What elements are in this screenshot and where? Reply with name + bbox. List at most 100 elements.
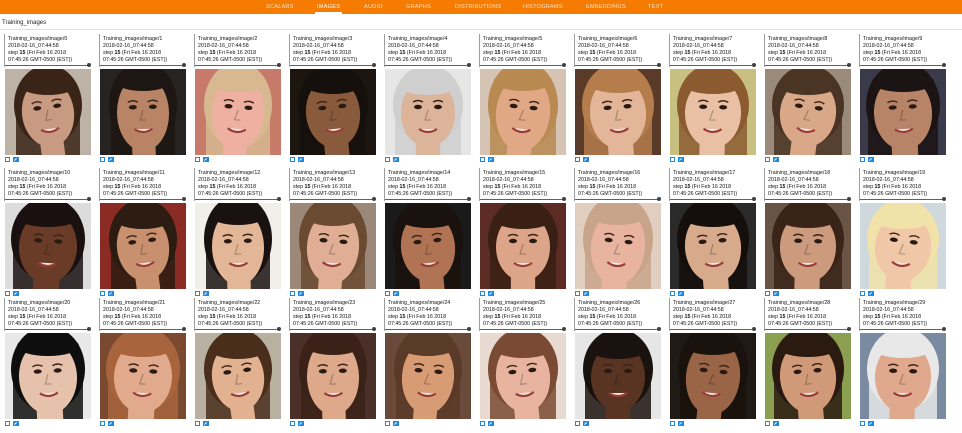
step-slider-handle[interactable] [562,327,566,331]
expand-icon[interactable] [670,421,675,426]
step-slider-track[interactable] [765,65,850,66]
step-slider-handle[interactable] [372,327,376,331]
actual-size-icon[interactable] [583,157,589,162]
actual-size-icon[interactable] [203,291,209,296]
expand-icon[interactable] [860,157,865,162]
step-slider-handle[interactable] [87,63,91,67]
step-slider-handle[interactable] [562,63,566,67]
step-slider-handle[interactable] [467,197,471,201]
actual-size-icon[interactable] [583,421,589,426]
actual-size-icon[interactable] [393,291,399,296]
actual-size-icon[interactable] [108,157,114,162]
step-slider-track[interactable] [290,65,375,66]
actual-size-icon[interactable] [108,291,114,296]
expand-icon[interactable] [670,291,675,296]
expand-icon[interactable] [670,157,675,162]
actual-size-icon[interactable] [773,421,779,426]
step-slider-track[interactable] [670,329,755,330]
step-slider-track[interactable] [100,329,185,330]
step-slider-track[interactable] [480,199,565,200]
step-slider-track[interactable] [575,199,660,200]
step-slider-handle[interactable] [657,327,661,331]
actual-size-icon[interactable] [868,421,874,426]
actual-size-icon[interactable] [203,421,209,426]
step-slider-handle[interactable] [847,197,851,201]
actual-size-icon[interactable] [488,291,494,296]
expand-icon[interactable] [5,157,10,162]
step-slider-handle[interactable] [657,197,661,201]
step-slider-handle[interactable] [847,327,851,331]
expand-icon[interactable] [290,421,295,426]
step-slider-handle[interactable] [942,63,946,67]
step-slider-handle[interactable] [277,327,281,331]
actual-size-icon[interactable] [108,421,114,426]
expand-icon[interactable] [195,291,200,296]
step-slider-track[interactable] [670,65,755,66]
expand-icon[interactable] [575,421,580,426]
step-slider-track[interactable] [290,199,375,200]
step-slider-track[interactable] [860,199,945,200]
expand-icon[interactable] [195,157,200,162]
expand-icon[interactable] [575,157,580,162]
step-slider-handle[interactable] [467,327,471,331]
actual-size-icon[interactable] [13,421,19,426]
expand-icon[interactable] [765,421,770,426]
step-slider-handle[interactable] [277,63,281,67]
step-slider-handle[interactable] [467,63,471,67]
expand-icon[interactable] [385,157,390,162]
step-slider-track[interactable] [385,65,470,66]
actual-size-icon[interactable] [488,421,494,426]
actual-size-icon[interactable] [773,291,779,296]
step-slider-track[interactable] [575,65,660,66]
step-slider-track[interactable] [5,329,90,330]
step-slider-handle[interactable] [182,63,186,67]
step-slider-handle[interactable] [847,63,851,67]
actual-size-icon[interactable] [298,291,304,296]
expand-icon[interactable] [100,291,105,296]
expand-icon[interactable] [765,291,770,296]
expand-icon[interactable] [575,291,580,296]
step-slider-track[interactable] [5,65,90,66]
expand-icon[interactable] [480,421,485,426]
actual-size-icon[interactable] [488,157,494,162]
actual-size-icon[interactable] [678,291,684,296]
expand-icon[interactable] [385,421,390,426]
step-slider-track[interactable] [290,329,375,330]
expand-icon[interactable] [5,291,10,296]
step-slider-track[interactable] [860,65,945,66]
step-slider-track[interactable] [480,65,565,66]
step-slider-handle[interactable] [752,197,756,201]
actual-size-icon[interactable] [203,157,209,162]
expand-icon[interactable] [290,157,295,162]
step-slider-track[interactable] [385,199,470,200]
step-slider-track[interactable] [860,329,945,330]
expand-icon[interactable] [765,157,770,162]
step-slider-handle[interactable] [87,327,91,331]
step-slider-handle[interactable] [752,327,756,331]
actual-size-icon[interactable] [678,421,684,426]
step-slider-track[interactable] [100,65,185,66]
expand-icon[interactable] [195,421,200,426]
step-slider-track[interactable] [195,65,280,66]
step-slider-handle[interactable] [182,327,186,331]
step-slider-track[interactable] [765,329,850,330]
step-slider-track[interactable] [100,199,185,200]
actual-size-icon[interactable] [678,157,684,162]
actual-size-icon[interactable] [773,157,779,162]
actual-size-icon[interactable] [298,421,304,426]
step-slider-track[interactable] [385,329,470,330]
step-slider-handle[interactable] [942,197,946,201]
expand-icon[interactable] [480,291,485,296]
step-slider-track[interactable] [765,199,850,200]
step-slider-handle[interactable] [182,197,186,201]
step-slider-track[interactable] [480,329,565,330]
actual-size-icon[interactable] [393,157,399,162]
step-slider-track[interactable] [670,199,755,200]
actual-size-icon[interactable] [13,157,19,162]
step-slider-track[interactable] [195,199,280,200]
expand-icon[interactable] [290,291,295,296]
expand-icon[interactable] [385,291,390,296]
actual-size-icon[interactable] [868,291,874,296]
actual-size-icon[interactable] [13,291,19,296]
step-slider-handle[interactable] [752,63,756,67]
